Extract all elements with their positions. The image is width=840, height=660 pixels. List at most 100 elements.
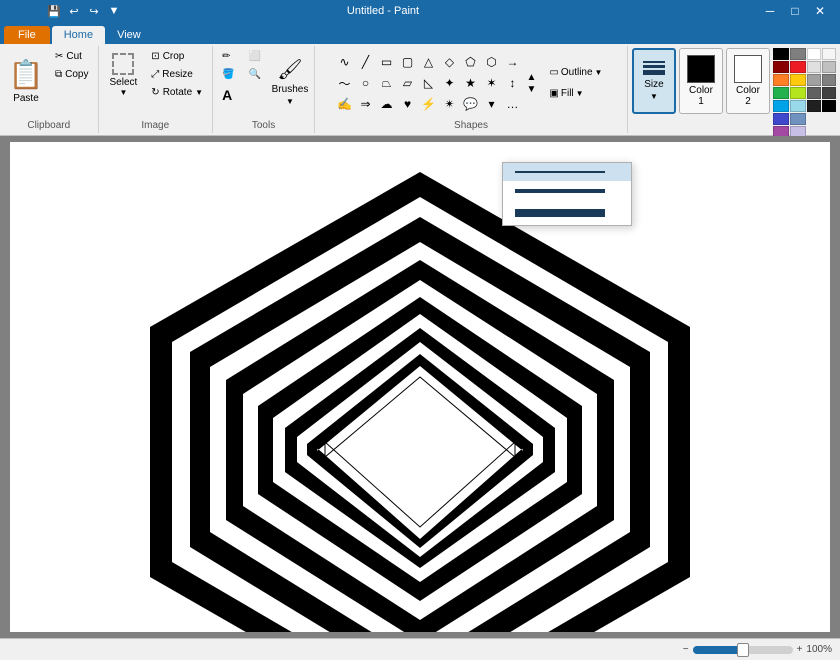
color2-button[interactable]: Color2 — [726, 48, 770, 114]
extra-palette-swatch[interactable] — [807, 48, 821, 60]
palette-swatch[interactable] — [773, 87, 789, 99]
customize-button[interactable]: ▼ — [105, 2, 123, 20]
shape-callout[interactable]: 💬 — [461, 94, 481, 114]
zoom-thumb[interactable] — [737, 643, 749, 657]
minimize-button[interactable]: ─ — [758, 1, 782, 21]
shape-scroll[interactable]: ↕ — [503, 73, 523, 93]
pencil-icon: ✏ — [222, 51, 230, 62]
palette-swatch[interactable] — [790, 61, 806, 73]
crop-button[interactable]: ⊡ Crop — [146, 48, 208, 65]
size-button[interactable]: Size ▼ — [632, 48, 676, 114]
extra-palette-swatch[interactable] — [807, 87, 821, 99]
size-option-3[interactable] — [503, 201, 631, 225]
shape-diamond[interactable]: ◇ — [440, 52, 460, 72]
tab-home[interactable]: Home — [52, 26, 105, 44]
size-option-2[interactable] — [503, 181, 631, 201]
shape-star-burst[interactable]: ✴ — [440, 94, 460, 114]
cut-button[interactable]: ✂ Cut — [50, 48, 94, 65]
redo-button[interactable]: ↪ — [85, 2, 103, 20]
shape-more[interactable]: ▾ — [482, 94, 502, 114]
shape-arrow2[interactable]: ⇒ — [356, 94, 376, 114]
outline-label: Outline — [561, 67, 593, 78]
shape-curve[interactable]: ∿ — [335, 52, 355, 72]
copy-icon: ⧉ — [55, 69, 62, 80]
rotate-button[interactable]: ↻ Rotate ▼ — [146, 84, 208, 101]
shape-rightangle[interactable]: ◺ — [419, 73, 439, 93]
shape-hexagon[interactable]: ⬡ — [482, 52, 502, 72]
maximize-button[interactable]: □ — [783, 1, 807, 21]
palette-swatch[interactable] — [790, 113, 806, 125]
zoom-in-button[interactable]: + — [797, 644, 803, 655]
shape-star5[interactable]: ★ — [461, 73, 481, 93]
paste-button[interactable]: 📋 Paste — [4, 48, 48, 114]
extra-palette-swatch[interactable] — [807, 74, 821, 86]
palette-swatch[interactable] — [773, 100, 789, 112]
shape-wavy[interactable]: 〜 — [335, 73, 355, 93]
undo-button[interactable]: ↩ — [65, 2, 83, 20]
extra-palette-swatch[interactable] — [807, 100, 821, 112]
color-picker-button[interactable]: 🔍 — [244, 66, 266, 83]
shape-extra[interactable]: … — [503, 94, 523, 114]
save-button[interactable]: 💾 — [45, 2, 63, 20]
shape-ellipse[interactable]: ○ — [356, 73, 376, 93]
shape-heart[interactable]: ♥ — [398, 94, 418, 114]
text-button[interactable]: A — [217, 84, 239, 106]
palette-swatch[interactable] — [773, 113, 789, 125]
shapes-scroll-up[interactable]: ▲ — [527, 72, 537, 83]
close-button[interactable]: ✕ — [808, 1, 832, 21]
zoom-fill — [693, 646, 743, 654]
shape-trapezoid[interactable]: ⏢ — [377, 73, 397, 93]
extra-palette-swatch[interactable] — [822, 61, 836, 73]
palette-swatch[interactable] — [773, 61, 789, 73]
shape-triangle[interactable]: △ — [419, 52, 439, 72]
shape-lightning[interactable]: ⚡ — [419, 94, 439, 114]
palette-swatch[interactable] — [773, 74, 789, 86]
tab-view[interactable]: View — [105, 26, 153, 44]
shape-star4[interactable]: ✦ — [440, 73, 460, 93]
shapes-scroll-down[interactable]: ▼ — [527, 84, 537, 95]
color1-button[interactable]: Color1 — [679, 48, 723, 114]
shape-line[interactable]: ╱ — [356, 52, 376, 72]
pencil-button[interactable]: ✏ — [217, 48, 239, 65]
tab-file[interactable]: File — [4, 26, 50, 44]
shape-freehand[interactable]: ✍ — [335, 94, 355, 114]
brushes-label: Brushes — [272, 84, 309, 95]
paint-canvas[interactable] — [10, 142, 830, 632]
extra-palette-swatch[interactable] — [822, 74, 836, 86]
copy-button[interactable]: ⧉ Copy — [50, 66, 94, 83]
resize-button[interactable]: ⤢ Resize — [146, 66, 208, 83]
shape-arrow[interactable]: → — [503, 52, 523, 72]
palette-swatch[interactable] — [773, 48, 789, 60]
shape-rect[interactable]: ▭ — [377, 52, 397, 72]
palette-swatch[interactable] — [790, 87, 806, 99]
outline-button[interactable]: ▭ Outline ▼ — [544, 64, 607, 81]
shape-pentagon[interactable]: ⬠ — [461, 52, 481, 72]
ribbon: 📋 Paste ✂ Cut ⧉ Copy Clipboard — [0, 44, 840, 136]
cut-label: Cut — [66, 51, 82, 62]
zoom-level: 100% — [806, 644, 832, 655]
image-actions-col: ⊡ Crop ⤢ Resize ↻ Rotate ▼ — [146, 48, 208, 101]
zoom-slider[interactable] — [693, 646, 793, 654]
fill-tool-button[interactable]: 🪣 — [217, 66, 239, 83]
shape-roundrect[interactable]: ▢ — [398, 52, 418, 72]
palette-swatch[interactable] — [790, 100, 806, 112]
extra-palette-swatch[interactable] — [822, 87, 836, 99]
extra-palette-swatch[interactable] — [807, 61, 821, 73]
eraser-button[interactable]: ⬜ — [244, 48, 266, 65]
fill-button[interactable]: ▣ Fill ▼ — [544, 85, 607, 102]
extra-palette-swatch[interactable] — [822, 100, 836, 112]
color-picker-icon: 🔍 — [249, 69, 261, 80]
tools-label: Tools — [252, 120, 275, 131]
palette-swatch[interactable] — [790, 48, 806, 60]
palette-swatch[interactable] — [790, 74, 806, 86]
shape-cloud[interactable]: ☁ — [377, 94, 397, 114]
canvas-area[interactable] — [0, 136, 840, 638]
select-button[interactable]: Select ▼ — [103, 48, 145, 100]
size-option-1[interactable] — [503, 163, 631, 181]
tools-group: ✏ 🪣 A ⬜ 🔍 — [213, 46, 315, 133]
extra-palette-swatch[interactable] — [822, 48, 836, 60]
shape-star6[interactable]: ✶ — [482, 73, 502, 93]
shape-parallelogram[interactable]: ▱ — [398, 73, 418, 93]
brushes-button[interactable]: 🖌 Brushes ▼ — [270, 48, 310, 114]
zoom-out-button[interactable]: − — [683, 644, 689, 655]
